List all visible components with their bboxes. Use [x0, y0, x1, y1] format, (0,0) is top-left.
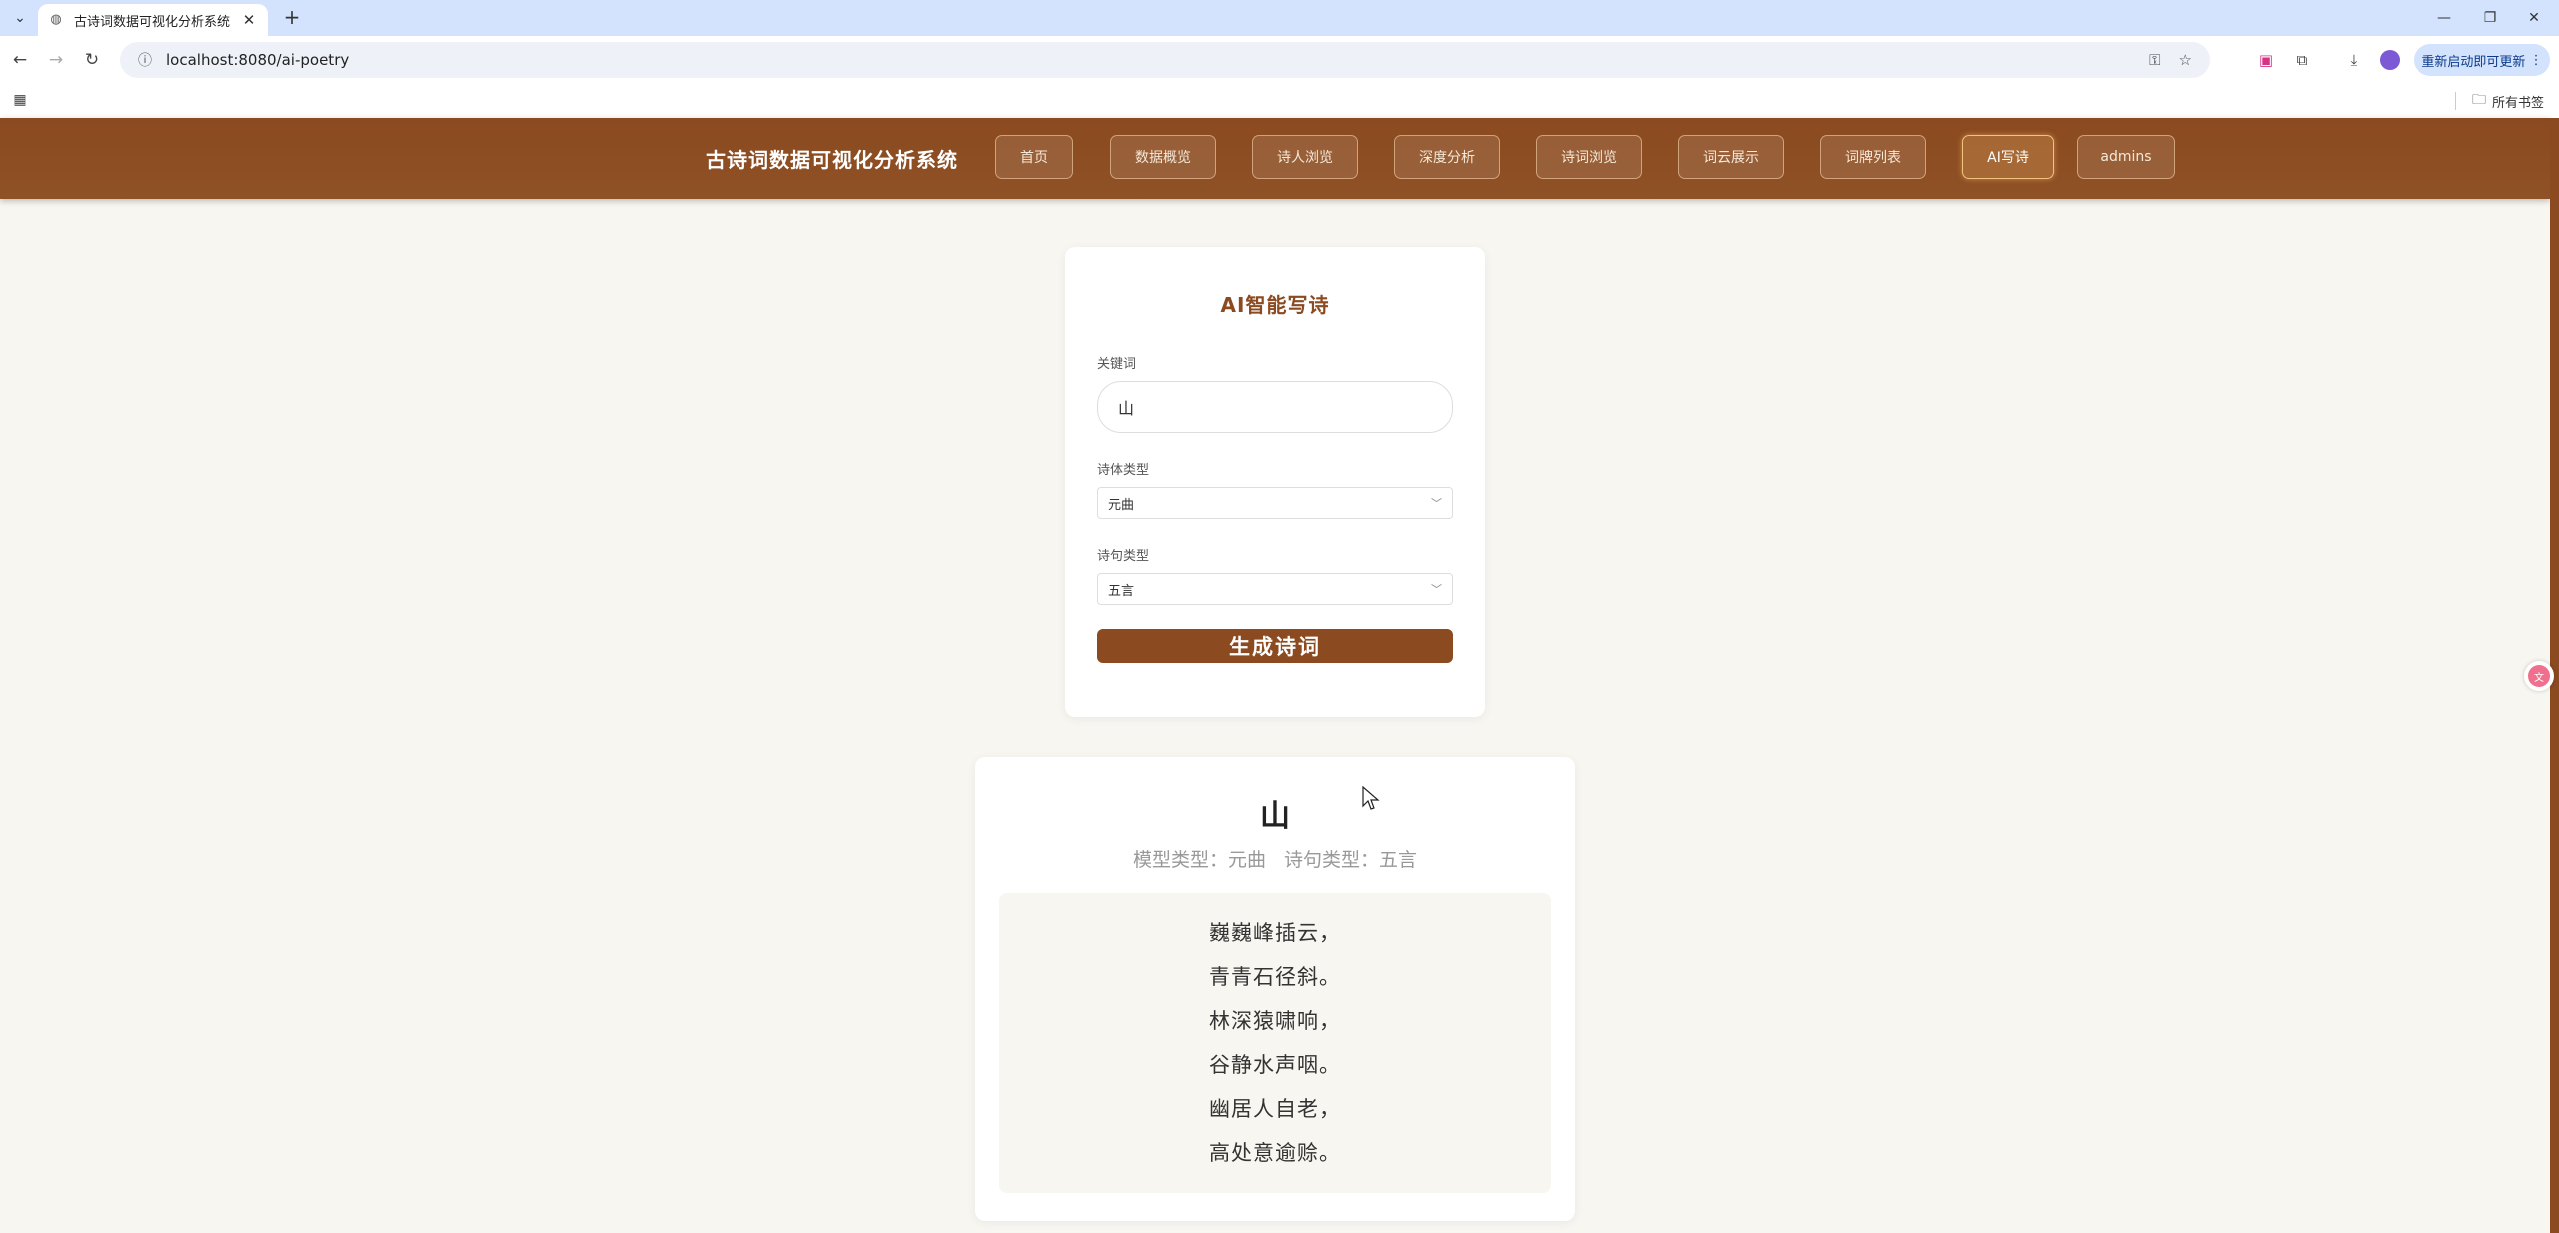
- poem-line: 林深猿啸响，: [1209, 1009, 1341, 1033]
- url-text[interactable]: localhost:8080/ai-poetry: [166, 51, 2131, 69]
- nav-word-cloud[interactable]: 词云展示: [1678, 135, 1784, 179]
- window-close-icon[interactable]: ✕: [2514, 4, 2554, 32]
- star-icon[interactable]: ☆: [2179, 51, 2192, 69]
- chevron-down-icon: ﹀: [1431, 497, 1442, 510]
- style-select-value: 元曲: [1108, 497, 1135, 513]
- update-label: 重新启动即可更新: [2421, 54, 2526, 70]
- nav-cipai-list[interactable]: 词牌列表: [1820, 135, 1926, 179]
- nav-home[interactable]: 首页: [995, 135, 1073, 179]
- poem-line: 幽居人自老，: [1209, 1097, 1341, 1121]
- profile-avatar[interactable]: [2380, 50, 2400, 70]
- puzzle-icon[interactable]: ⧉: [2290, 48, 2314, 72]
- update-button[interactable]: 重新启动即可更新 ⋮: [2414, 44, 2550, 76]
- folder-icon: 🗀: [2472, 92, 2486, 108]
- nav-poem-browse[interactable]: 诗词浏览: [1536, 135, 1642, 179]
- new-tab-plus-icon[interactable]: +: [280, 6, 304, 30]
- poem-meta: 模型类型：元曲 诗句类型：五言: [975, 845, 1575, 872]
- globe-icon: ◍: [50, 12, 62, 27]
- keyword-input[interactable]: [1097, 381, 1453, 433]
- minimize-icon[interactable]: —: [2424, 4, 2464, 32]
- keyword-label: 关键词: [1097, 357, 1137, 372]
- translate-icon: 文: [2528, 665, 2550, 687]
- generate-poem-button[interactable]: 生成诗词: [1097, 629, 1453, 663]
- site-info-icon[interactable]: ⓘ: [138, 50, 152, 70]
- poem-line: 巍巍峰插云，: [1209, 921, 1341, 945]
- nav-admins[interactable]: admins: [2077, 135, 2175, 179]
- tab-search-chevron-icon[interactable]: ⌄: [8, 6, 32, 30]
- reload-icon[interactable]: ↻: [80, 48, 104, 72]
- all-bookmarks-folder[interactable]: 🗀 所有书签: [2472, 90, 2544, 112]
- poem-title: 山: [1260, 799, 1290, 834]
- nav-deep-analysis[interactable]: 深度分析: [1394, 135, 1500, 179]
- line-type-label: 诗句类型: [1097, 549, 1150, 564]
- floating-translate-widget[interactable]: 文: [2524, 661, 2554, 691]
- line-type-select-value: 五言: [1108, 583, 1135, 599]
- mouse-cursor-icon: [1362, 786, 1380, 810]
- apps-grid-icon[interactable]: ▦: [10, 90, 30, 110]
- close-icon[interactable]: ✕: [240, 11, 258, 29]
- line-type-select[interactable]: 五言 ﹀: [1097, 573, 1453, 605]
- style-select[interactable]: 元曲 ﹀: [1097, 487, 1453, 519]
- key-icon[interactable]: ⚿: [2149, 51, 2160, 69]
- nav-poet-browse[interactable]: 诗人浏览: [1252, 135, 1358, 179]
- style-label: 诗体类型: [1097, 463, 1150, 478]
- browser-tabstrip: ⌄ ◍ 古诗词数据可视化分析系统 ✕ + — ❐ ✕: [0, 0, 2559, 36]
- tab-title: 古诗词数据可视化分析系统: [74, 14, 231, 30]
- app-header: 古诗词数据可视化分析系统 首页 数据概览 诗人浏览 深度分析 诗词浏览 词云展示…: [0, 118, 2550, 199]
- download-icon[interactable]: ⤓: [2342, 48, 2366, 72]
- address-bar[interactable]: ⓘ localhost:8080/ai-poetry ⚿ ☆: [120, 42, 2210, 78]
- ai-poetry-form-card: AI智能写诗 关键词 诗体类型 元曲 ﹀ 诗句类型 五言 ﹀ 生成诗词: [1065, 247, 1485, 717]
- line-type-text: 诗句类型：五言: [1284, 849, 1418, 871]
- poem-body: 巍巍峰插云， 青青石径斜。 林深猿啸响， 谷静水声咽。 幽居人自老， 高处意逾赊…: [999, 893, 1551, 1193]
- poem-result-card: 山 模型类型：元曲 诗句类型：五言 巍巍峰插云， 青青石径斜。 林深猿啸响， 谷静…: [975, 757, 1575, 1221]
- app-title: 古诗词数据可视化分析系统: [706, 148, 958, 172]
- nav-data-overview[interactable]: 数据概览: [1110, 135, 1216, 179]
- restore-icon[interactable]: ❐: [2470, 4, 2510, 32]
- nav-ai-poetry[interactable]: AI写诗: [1962, 135, 2054, 179]
- all-bookmarks-label: 所有书签: [2492, 95, 2545, 111]
- bookmarks-divider: [2455, 92, 2456, 110]
- poem-line: 谷静水声咽。: [1209, 1053, 1341, 1077]
- forward-arrow-icon[interactable]: →: [44, 48, 68, 72]
- bookmarks-bar: ▦ 🗀 所有书签: [0, 84, 2559, 118]
- poem-line: 高处意逾赊。: [1209, 1141, 1341, 1165]
- back-arrow-icon[interactable]: ←: [8, 48, 32, 72]
- form-title: AI智能写诗: [1220, 293, 1330, 317]
- browser-tab-active[interactable]: ◍ 古诗词数据可视化分析系统 ✕: [38, 4, 268, 36]
- model-type-text: 模型类型：元曲: [1132, 849, 1266, 871]
- poem-line: 青青石径斜。: [1209, 965, 1341, 989]
- chevron-down-icon: ﹀: [1431, 583, 1442, 596]
- extension-icon[interactable]: ▣: [2254, 48, 2278, 72]
- browser-toolbar: ← → ↻ ⓘ localhost:8080/ai-poetry ⚿ ☆ ▣ ⧉…: [0, 36, 2559, 84]
